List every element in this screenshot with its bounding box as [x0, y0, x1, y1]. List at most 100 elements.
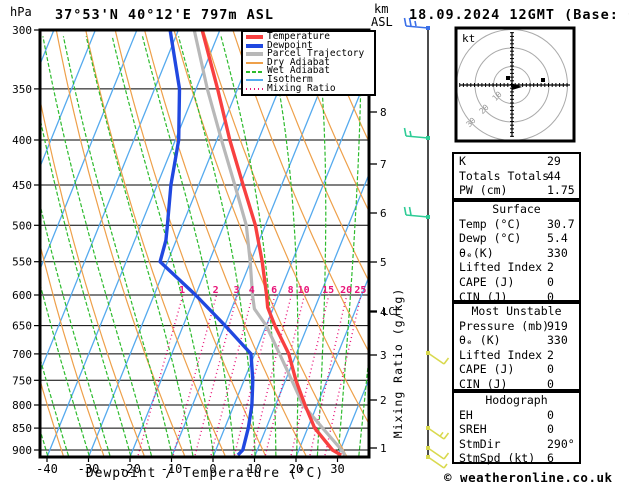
stats-box-title: Surface	[492, 202, 541, 216]
pressure-axis-unit-label: hPa	[10, 5, 32, 19]
wind-barb	[426, 351, 450, 365]
pressure-tick-label: 750	[12, 374, 32, 387]
stats-box: Surface Temp (°C) 30.7 Dewp (°C) 5.4 θₑ(K) 330…	[452, 200, 581, 304]
hodograph-unit-label: kt	[462, 32, 475, 45]
height-km-tick-label: 8	[380, 106, 387, 119]
hodograph-point	[506, 76, 510, 80]
stats-label: Dewp (°C)	[459, 231, 522, 246]
stats-value: 30.7	[547, 216, 575, 231]
legend-label: Mixing Ratio	[267, 82, 336, 94]
stats-value: 0	[547, 362, 554, 377]
legend-swatch	[246, 52, 263, 57]
stats-label: StmSpd (kt)	[459, 451, 536, 466]
mixing-ratio-value-label: 2	[213, 285, 219, 296]
stats-label: Lifted Index	[459, 260, 543, 275]
legend-swatch	[246, 79, 263, 82]
altitude-axis-unit-km: km	[374, 2, 389, 16]
stats-label: θₑ (K)	[459, 333, 501, 348]
legend-swatch	[246, 43, 263, 48]
stats-box: Hodograph EH 0 SREH 0 StmDir 290° StmSpd (kt) 6	[452, 391, 581, 466]
wet-adiabat-line	[268, 36, 299, 456]
mixing-ratio-value-label: 4	[249, 285, 255, 296]
stats-value: 330	[547, 333, 568, 348]
stats-row: PW (cm) 1.75	[454, 183, 579, 198]
stats-row: Dewp (°C) 5.4	[454, 231, 579, 246]
wind-barb	[403, 127, 430, 140]
wind-barb	[426, 455, 448, 469]
pressure-tick-label: 450	[12, 179, 32, 192]
pressure-tick-label: 800	[12, 399, 32, 412]
stats-label: PW (cm)	[459, 183, 508, 198]
stats-value: 44	[547, 168, 561, 183]
stats-row: θₑ (K) 330	[454, 333, 579, 348]
stats-value: 0	[547, 376, 554, 391]
stats-box: K 29 Totals Totals 44 PW (cm) 1.75	[452, 152, 581, 200]
stats-row: StmSpd (kt) 6	[454, 451, 579, 466]
altitude-axis-unit-asl: ASL	[371, 15, 393, 29]
legend-swatch	[246, 35, 263, 40]
wet-adiabat-line	[0, 36, 6, 455]
stats-row: StmDir 290°	[454, 437, 579, 452]
stats-row: Pressure (mb) 919	[454, 319, 579, 334]
height-km-tick-label: 7	[380, 158, 387, 171]
pressure-tick-label: 500	[12, 219, 32, 232]
pressure-tick-label: 650	[12, 320, 32, 333]
mixing-ratio-line	[233, 294, 276, 456]
stats-label: Totals Totals	[459, 168, 550, 183]
pressure-tick-label: 400	[12, 134, 32, 147]
stats-row: Lifted Index 2	[454, 260, 579, 275]
height-km-tick-label: 2	[380, 394, 387, 407]
stats-value: 0	[547, 422, 554, 437]
skewt-sounding-screenshot: 1 2 3 4 6 8 10 15 20 25 300 350 400 450 500 550 600 650 70…	[0, 0, 629, 486]
pressure-tick-label: 300	[12, 24, 32, 37]
pressure-tick-label: 850	[12, 422, 32, 435]
stats-value: 1.75	[547, 183, 575, 198]
chart-legend: Temperature Dewpoint Parcel Trajectory Dry …	[241, 30, 376, 97]
stats-box-title: Most Unstable	[471, 304, 562, 318]
stats-label: Lifted Index	[459, 347, 543, 362]
stats-value: 290°	[547, 436, 575, 451]
legend-item: Mixing Ratio	[246, 82, 371, 94]
pressure-tick-label: 550	[12, 256, 32, 269]
stats-box: Most Unstable Pressure (mb) 919 θₑ (K) 330 Li…	[452, 302, 581, 391]
pressure-tick-label: 350	[12, 83, 32, 96]
x-axis-title: Dewpoint / Temperature (°C)	[86, 466, 324, 481]
hodograph-point	[541, 78, 545, 82]
mixing-ratio-value-label: 20	[340, 285, 352, 296]
stats-value: 5.4	[547, 231, 568, 246]
mixing-ratio-value-label: 8	[288, 285, 294, 296]
mixing-ratio-value-label: 6	[271, 285, 277, 296]
stats-row: EH 0	[454, 408, 579, 423]
stats-label: Temp (°C)	[459, 216, 522, 231]
stats-row: θₑ(K) 330	[454, 246, 579, 261]
wet-adiabat-line	[40, 201, 111, 456]
stats-row: CAPE (J) 0	[454, 275, 579, 290]
datetime-title: 18.09.2024 12GMT (Base: 00)	[409, 7, 629, 23]
height-km-tick-label: 1	[380, 442, 387, 455]
pressure-tick-label: 900	[12, 444, 32, 457]
wet-adiabat-line	[0, 36, 27, 455]
stats-label: K	[459, 154, 466, 168]
stats-row: CIN (J) 0	[454, 377, 579, 392]
mixing-ratio-value-label: 15	[322, 285, 334, 296]
height-km-tick-label: 6	[380, 207, 387, 220]
stats-value: 2	[547, 260, 554, 275]
pressure-tick-label: 700	[12, 348, 32, 361]
mixing-ratio-line	[194, 294, 238, 456]
station-title: 37°53'N 40°12'E 797m ASL	[55, 7, 275, 23]
stats-value: 0	[547, 407, 554, 422]
mixing-ratio-value-label: 25	[354, 285, 366, 296]
wet-adiabat-line	[40, 355, 69, 456]
copyright-text: © weatheronline.co.uk	[444, 470, 613, 485]
stats-label: θₑ(K)	[459, 245, 494, 260]
stats-row: SREH 0	[454, 422, 579, 437]
legend-swatch	[246, 87, 263, 90]
mixing-ratio-value-label: 3	[233, 285, 239, 296]
stats-label: CAPE (J)	[459, 362, 515, 377]
stats-row: Temp (°C) 30.7	[454, 217, 579, 232]
temperature-tick-label: 30	[330, 462, 344, 476]
wet-adiabat-line	[40, 281, 90, 456]
pressure-tick-label: 600	[12, 289, 32, 302]
height-km-tick-label: 5	[380, 256, 387, 269]
stats-value: 0	[547, 274, 554, 289]
